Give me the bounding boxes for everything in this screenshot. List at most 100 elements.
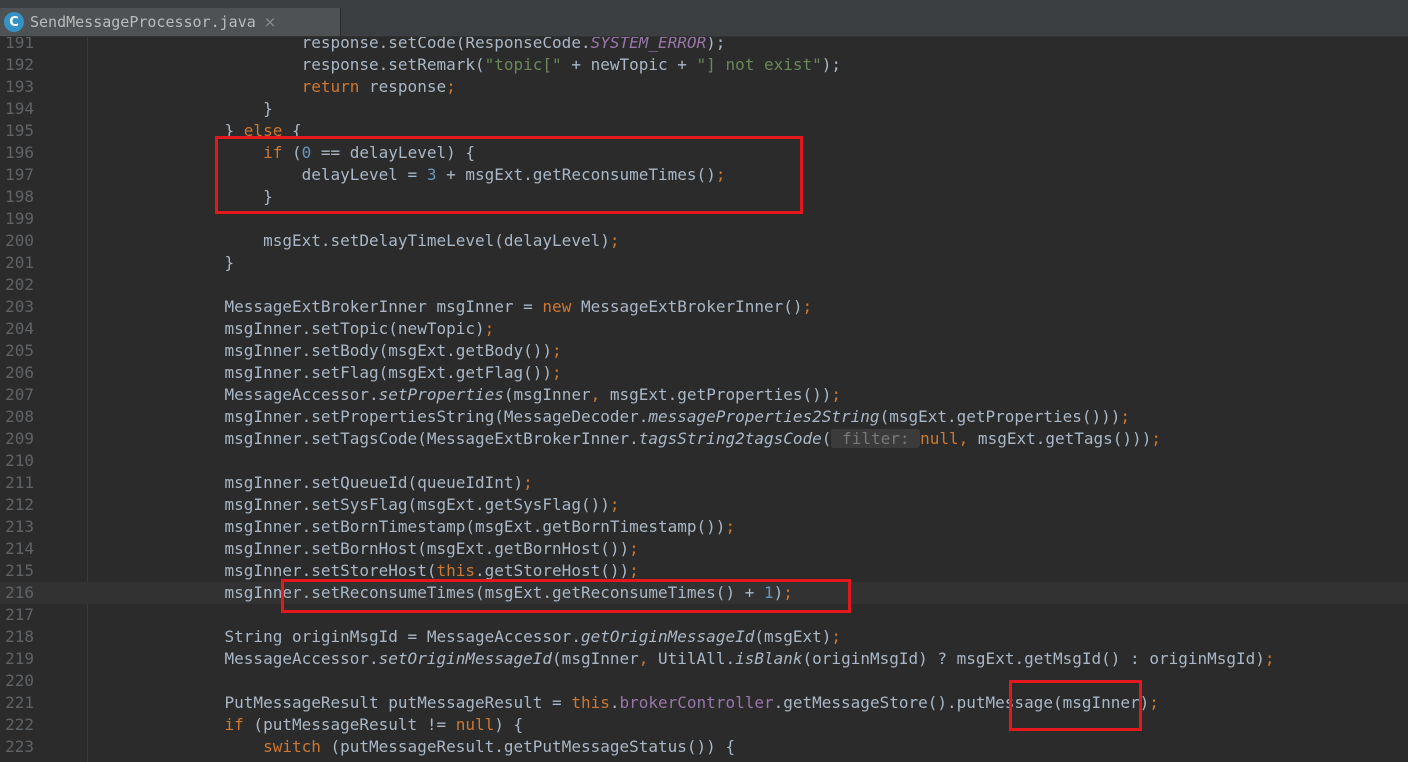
code-token: ;	[629, 561, 639, 580]
code-token: getOriginMessageId	[580, 627, 755, 646]
code-line[interactable]: 213 msgInner.setBornTimestamp(msgExt.get…	[0, 516, 1408, 538]
code-editor[interactable]: 191 response.setCode(ResponseCode.SYSTEM…	[0, 0, 1408, 762]
code-token: tagsString2tagsCode	[638, 429, 822, 448]
code-line[interactable]: 209 msgInner.setTagsCode(MessageExtBroke…	[0, 428, 1408, 450]
code-line[interactable]: 210	[0, 450, 1408, 472]
code-line[interactable]: 219 MessageAccessor.setOriginMessageId(m…	[0, 648, 1408, 670]
line-number: 211	[5, 473, 34, 492]
code-line[interactable]: 201 }	[0, 252, 1408, 274]
tab-send-message-processor[interactable]: C SendMessageProcessor.java ×	[0, 8, 341, 36]
code-text: PutMessageResult putMessageResult = this…	[98, 692, 1159, 714]
code-token: ;	[1149, 693, 1159, 712]
code-text: }	[98, 98, 273, 120]
code-line[interactable]: 208 msgInner.setPropertiesString(Message…	[0, 406, 1408, 428]
code-line[interactable]: 207 MessageAccessor.setProperties(msgInn…	[0, 384, 1408, 406]
code-line[interactable]: 203 MessageExtBrokerInner msgInner = new…	[0, 296, 1408, 318]
tab-filename: SendMessageProcessor.java	[30, 13, 256, 31]
line-number: 221	[5, 693, 34, 712]
line-number: 222	[5, 715, 34, 734]
code-token: null	[920, 429, 959, 448]
code-line[interactable]: 223 switch (putMessageResult.getPutMessa…	[0, 736, 1408, 758]
line-number: 205	[5, 341, 34, 360]
line-number: 210	[5, 451, 34, 470]
code-token: response.setRemark(	[301, 55, 485, 74]
code-token: msgExt.getProperties())	[600, 385, 832, 404]
code-text: }	[98, 252, 235, 274]
code-line[interactable]: 222 if (putMessageResult != null) {	[0, 714, 1408, 736]
line-number: 203	[5, 297, 34, 316]
line-number: 195	[5, 121, 34, 140]
code-token: (msgInner	[503, 385, 591, 404]
code-token: null	[455, 715, 495, 734]
code-token: setProperties	[378, 385, 504, 404]
code-token: new	[542, 297, 572, 316]
code-token: ;	[552, 363, 562, 382]
code-token: ;	[725, 517, 736, 536]
code-token: ;	[484, 319, 495, 338]
code-token: ;	[609, 231, 620, 250]
code-text: msgInner.setPropertiesString(MessageDeco…	[98, 406, 1131, 428]
code-line[interactable]: 202	[0, 274, 1408, 296]
code-line[interactable]: 194 }	[0, 98, 1408, 120]
java-class-icon: C	[4, 12, 24, 32]
parameter-hint: filter:	[831, 429, 921, 448]
line-number: 200	[5, 231, 34, 250]
code-text: MessageAccessor.setProperties(msgInner, …	[98, 384, 842, 406]
code-line[interactable]: 221 PutMessageResult putMessageResult = …	[0, 692, 1408, 714]
code-line[interactable]: 211 msgInner.setQueueId(queueIdInt);	[0, 472, 1408, 494]
code-line[interactable]: 204 msgInner.setTopic(newTopic);	[0, 318, 1408, 340]
code-line[interactable]: 220	[0, 670, 1408, 692]
code-text: return response;	[98, 76, 456, 98]
code-token: ,	[590, 385, 601, 404]
code-token: ) {	[494, 715, 524, 734]
code-token: ;	[552, 341, 562, 360]
code-token: msgExt.setDelayTimeLevel(delayLevel)	[263, 231, 610, 250]
close-icon[interactable]: ×	[264, 13, 277, 31]
code-text: msgInner.setBornHost(msgExt.getBornHost(…	[98, 538, 639, 560]
code-text: MessageExtBrokerInner msgInner = new Mes…	[98, 296, 813, 318]
code-line[interactable]: 200 msgExt.setDelayTimeLevel(delayLevel)…	[0, 230, 1408, 252]
code-line[interactable]: 218 String originMsgId = MessageAccessor…	[0, 626, 1408, 648]
line-number: 212	[5, 495, 34, 514]
line-number: 220	[5, 671, 34, 690]
code-token: MessageExtBrokerInner msgInner =	[224, 297, 543, 316]
code-token: ;	[1264, 649, 1275, 668]
highlight-box-set-reconsume-times	[281, 579, 851, 613]
code-token: msgExt.getTags()))	[968, 429, 1152, 448]
code-text: msgInner.setFlag(msgExt.getFlag());	[98, 362, 562, 384]
code-line[interactable]: 205 msgInner.setBody(msgExt.getBody());	[0, 340, 1408, 362]
line-number: 218	[5, 627, 34, 646]
code-text	[98, 208, 186, 230]
code-token: return	[301, 77, 360, 96]
highlight-box-delay-level	[215, 136, 803, 214]
code-token: ;	[831, 385, 842, 404]
code-line[interactable]: 214 msgInner.setBornHost(msgExt.getBornH…	[0, 538, 1408, 560]
code-line[interactable]: 206 msgInner.setFlag(msgExt.getFlag());	[0, 362, 1408, 384]
code-line[interactable]: 192 response.setRemark("topic[" + newTop…	[0, 54, 1408, 76]
code-token: (originMsgId) ? msgExt.getMsgId() : orig…	[802, 649, 1265, 668]
code-token: (putMessageResult !=	[243, 715, 456, 734]
code-token: (	[821, 429, 832, 448]
code-token: + newTopic +	[561, 55, 697, 74]
code-token: MessageAccessor.	[224, 385, 379, 404]
code-token: ;	[446, 77, 456, 96]
code-line[interactable]: 193 return response;	[0, 76, 1408, 98]
line-number: 217	[5, 605, 34, 624]
line-number: 216	[5, 583, 34, 602]
code-line[interactable]: 212 msgInner.setSysFlag(msgExt.getSysFla…	[0, 494, 1408, 516]
editor-tab-bar: C SendMessageProcessor.java ×	[0, 0, 1408, 37]
code-text	[98, 604, 186, 626]
